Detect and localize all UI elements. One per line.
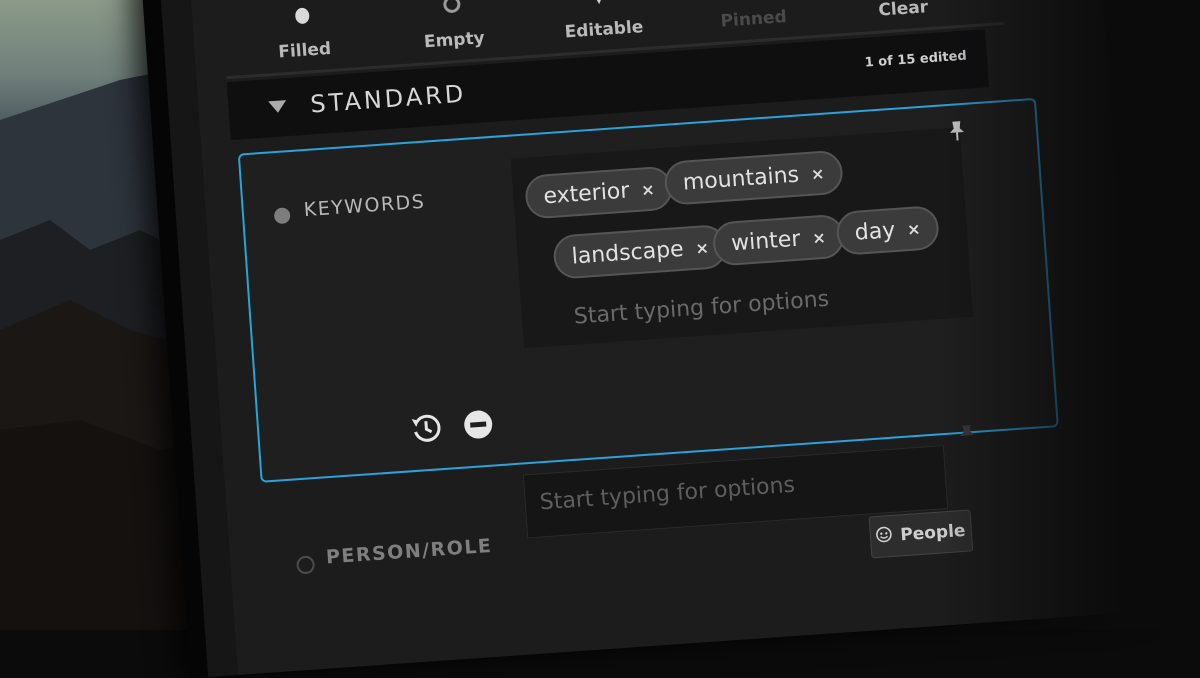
filter-editable-button[interactable]: Editable <box>541 0 665 44</box>
keywords-label: KEYWORDS <box>303 190 427 222</box>
keywords-field-card: KEYWORDS exterior × mountains × landscap… <box>237 97 1059 483</box>
filter-filled-label: Filled <box>277 38 332 63</box>
keyword-tag[interactable]: exterior × <box>523 165 675 220</box>
remove-tag-icon[interactable]: × <box>812 227 827 247</box>
person-role-status-dot <box>295 555 316 575</box>
section-title: STANDARD <box>309 79 468 119</box>
filled-icon <box>292 4 313 25</box>
pencil-icon <box>591 0 612 5</box>
keywords-tag-input[interactable]: exterior × mountains × landscape × winte… <box>510 127 973 349</box>
filter-empty-button[interactable]: Empty <box>391 0 515 54</box>
keyword-tag-label: exterior <box>542 177 631 209</box>
filter-clear-label: Clear <box>877 0 929 21</box>
person-role-label: PERSON/ROLE <box>325 534 494 569</box>
remove-field-icon[interactable] <box>462 409 494 445</box>
history-icon[interactable] <box>408 410 445 450</box>
filter-pinned-label: Pinned <box>719 7 788 32</box>
keyword-tag-label: landscape <box>570 236 685 270</box>
right-vignette <box>940 0 1200 630</box>
filter-empty-label: Empty <box>423 28 486 53</box>
keyword-tag[interactable]: mountains × <box>663 149 844 206</box>
keywords-status-dot <box>273 207 291 225</box>
filter-pinned-button[interactable]: Pinned <box>691 0 815 34</box>
keyword-tag[interactable]: winter × <box>711 213 846 267</box>
person-role-placeholder: Start typing for options <box>538 472 796 516</box>
keyword-tag[interactable]: day × <box>835 205 940 257</box>
keyword-tag-label: winter <box>730 226 802 256</box>
filter-editable-label: Editable <box>564 17 644 43</box>
remove-tag-icon[interactable]: × <box>906 219 921 239</box>
people-icon <box>876 525 893 547</box>
keyword-tag[interactable]: landscape × <box>552 223 729 280</box>
remove-tag-icon[interactable]: × <box>810 163 825 183</box>
filter-filled-button[interactable]: Filled <box>242 1 366 65</box>
empty-circle-icon <box>441 0 462 15</box>
remove-tag-icon[interactable]: × <box>641 179 656 199</box>
keyword-tag-label: mountains <box>681 162 800 196</box>
collapse-triangle-icon[interactable] <box>268 100 287 114</box>
remove-tag-icon[interactable]: × <box>695 238 710 258</box>
keyword-tag-label: day <box>853 217 897 246</box>
keywords-placeholder: Start typing for options <box>573 286 830 330</box>
